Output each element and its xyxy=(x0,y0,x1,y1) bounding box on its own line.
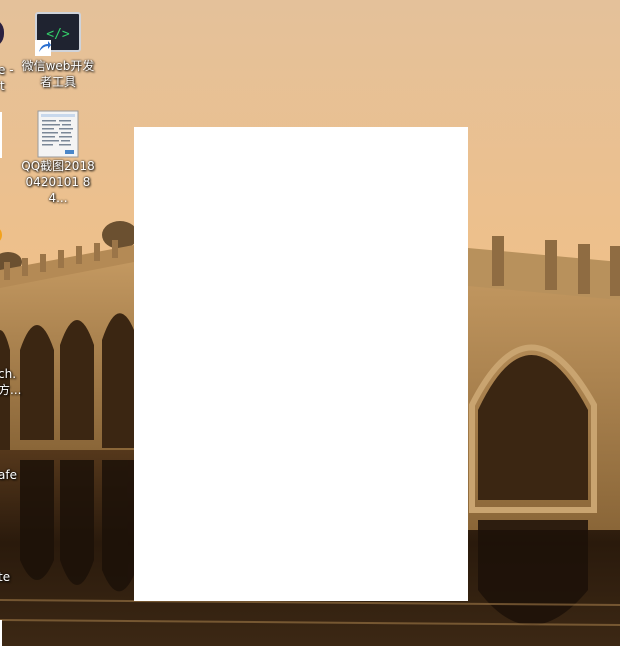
wechat-devtools-icon: </> xyxy=(35,12,81,56)
desktop: e - t ch. 方... afe te </> 微信web开发者工具 QQ截… xyxy=(0,0,620,646)
screenshot-thumbnail-icon xyxy=(37,110,79,158)
desktop-icon-label: QQ截图20180420101 84... xyxy=(21,159,95,205)
edge-icon-label-top2[interactable]: t xyxy=(0,78,5,94)
edge-app-icon-bottom[interactable] xyxy=(0,620,2,646)
edge-app-icon-doc[interactable] xyxy=(0,112,2,158)
desktop-icon-wechat-devtools[interactable]: </> 微信web开发者工具 xyxy=(18,12,98,90)
edge-icon-label-low1[interactable]: afe xyxy=(0,467,17,483)
blank-window[interactable] xyxy=(134,127,468,601)
edge-icon-label-low2[interactable]: te xyxy=(0,569,10,585)
svg-text:</>: </> xyxy=(46,27,70,42)
bridge-left xyxy=(0,240,134,450)
desktop-icon-label: 微信web开发者工具 xyxy=(21,59,95,89)
edge-icon-label-mid2[interactable]: 方... xyxy=(0,382,21,398)
bridge-right xyxy=(468,236,620,530)
desktop-icon-qq-screenshot[interactable]: QQ截图20180420101 84... xyxy=(18,110,98,206)
edge-icon-label-top[interactable]: e - xyxy=(0,62,14,78)
edge-icon-label-mid1[interactable]: ch. xyxy=(0,366,16,382)
